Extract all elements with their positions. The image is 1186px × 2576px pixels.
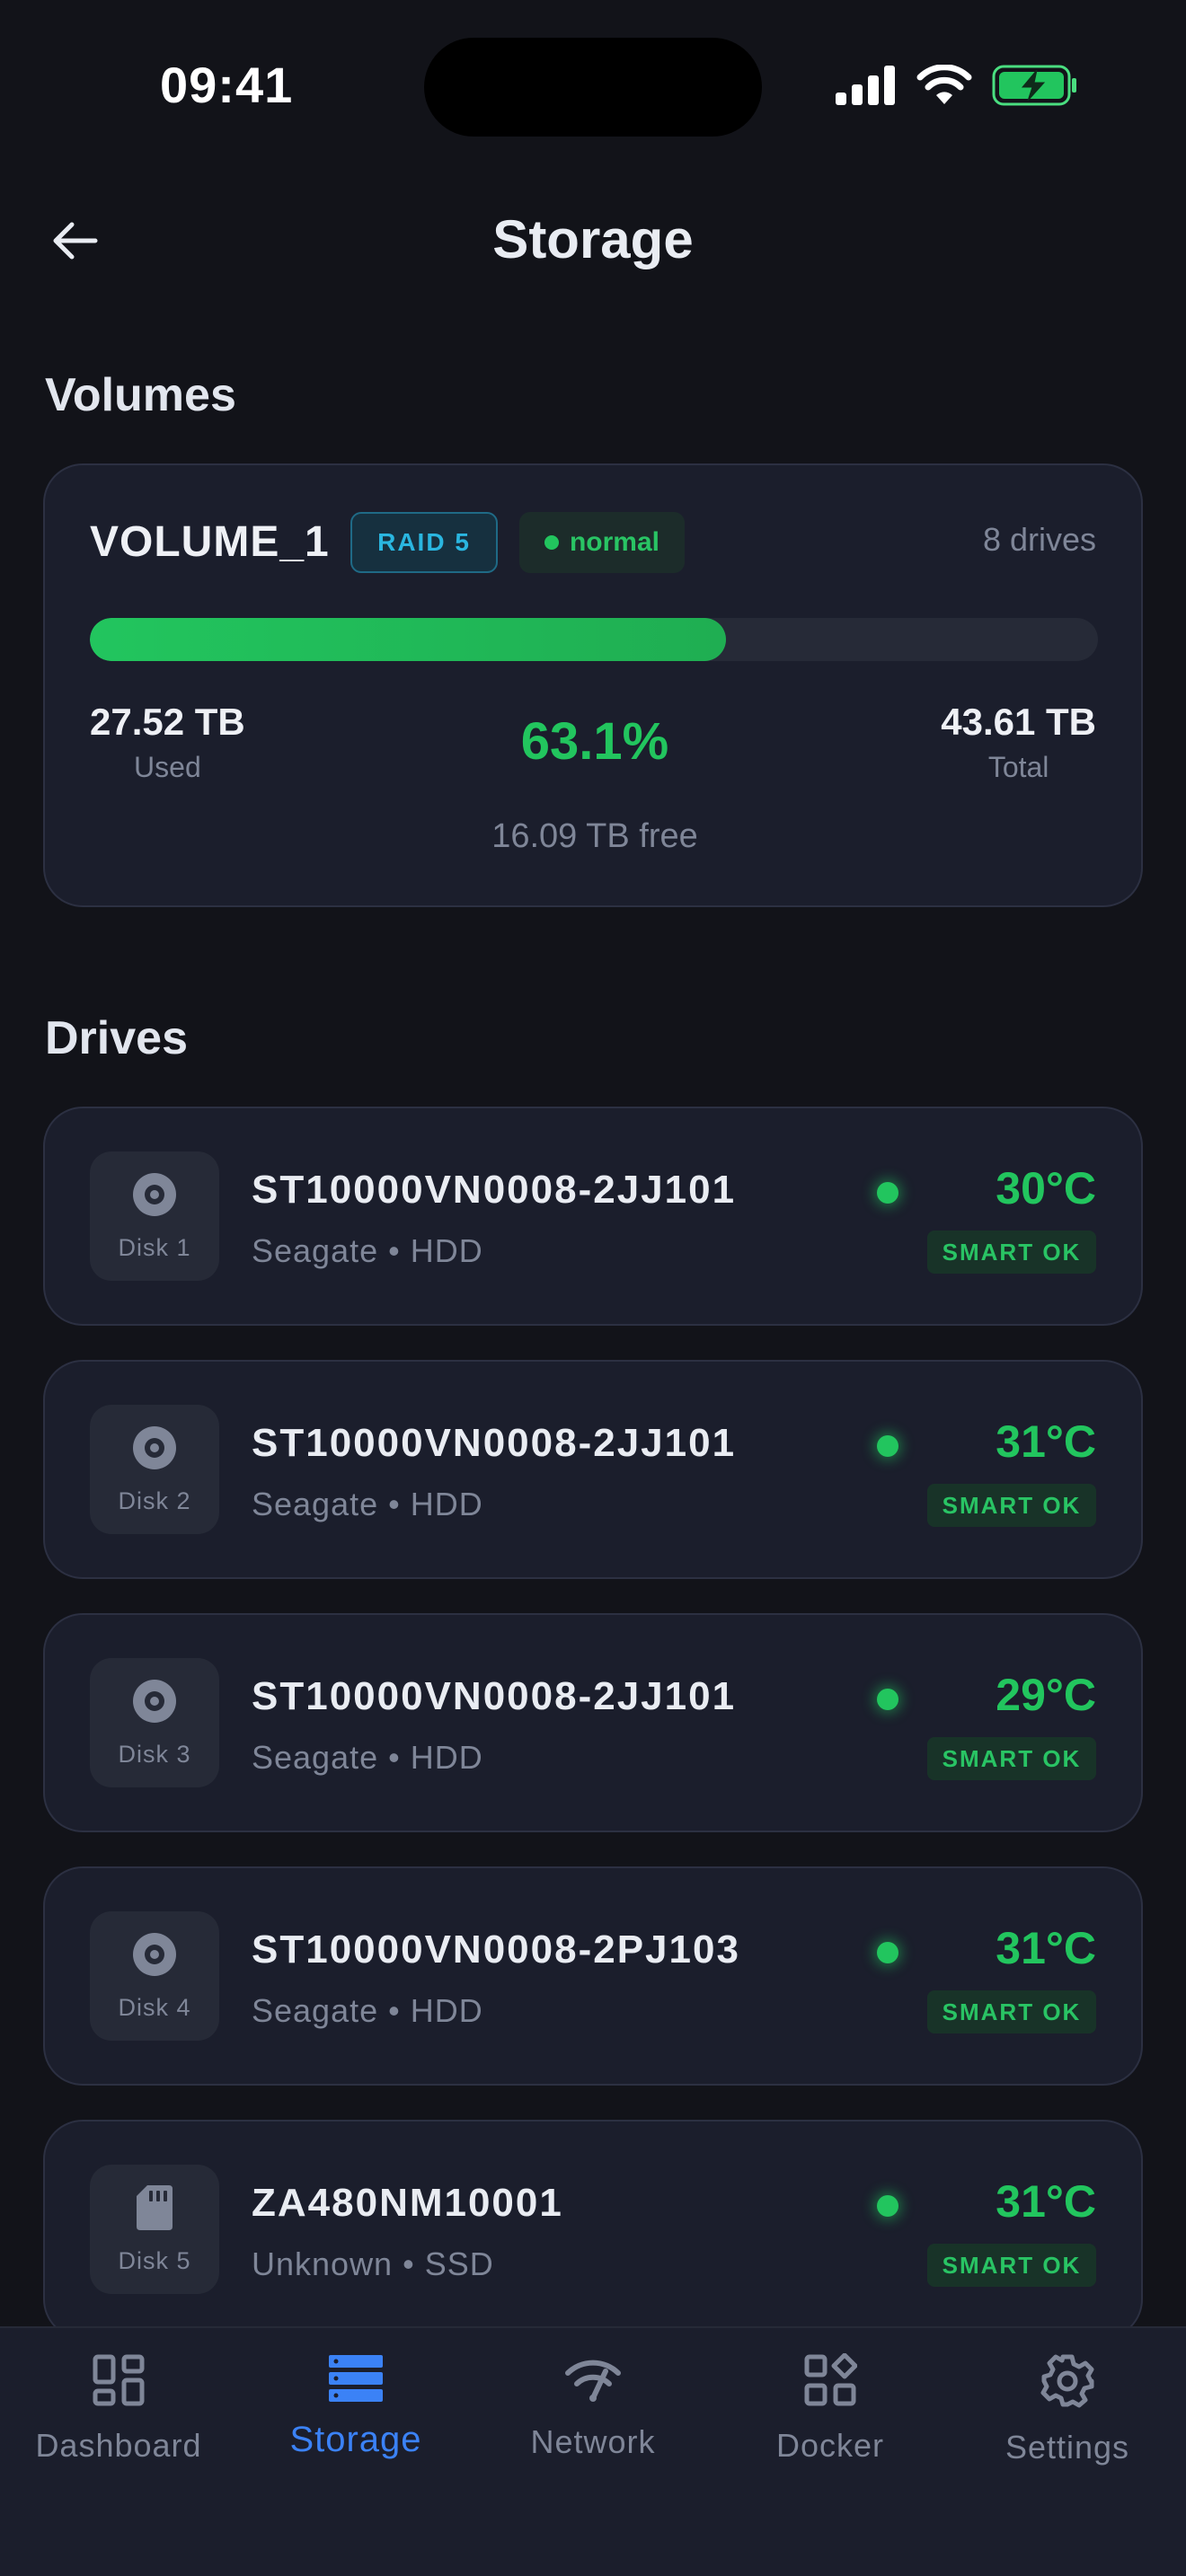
storage-icon	[329, 2355, 383, 2402]
disk-label: Disk 2	[118, 1487, 191, 1514]
drive-temperature: 31°C	[996, 2176, 1096, 2227]
dynamic-island	[424, 38, 762, 137]
disk-tile: Disk 1	[90, 1151, 219, 1281]
volume-usage-bar	[90, 618, 1098, 661]
hdd-icon	[130, 1930, 179, 1983]
smart-status-badge: SMART OK	[927, 2244, 1096, 2287]
disk-tile: Disk 2	[90, 1405, 219, 1534]
tab-docker[interactable]: Docker	[712, 2328, 949, 2576]
drive-temperature: 31°C	[996, 1416, 1096, 1467]
drive-status-dot	[877, 1182, 898, 1204]
volumes-section-title: Volumes	[45, 369, 236, 421]
drive-vendor-type: Seagate • HDD	[252, 1739, 483, 1776]
disk-tile: Disk 3	[90, 1658, 219, 1787]
disk-label: Disk 3	[118, 1741, 191, 1768]
free-space: 16.09 TB free	[491, 817, 698, 855]
drive-model: ST10000VN0008-2JJ101	[252, 1421, 737, 1465]
hdd-icon	[130, 1170, 179, 1223]
total-value: 43.61 TB	[941, 701, 1096, 743]
cellular-signal-icon	[836, 66, 895, 105]
drive-card[interactable]: Disk 3 ST10000VN0008-2JJ101 Seagate • HD…	[43, 1613, 1143, 1832]
docker-icon	[804, 2353, 857, 2406]
tab-settings[interactable]: Settings	[949, 2328, 1186, 2576]
drive-vendor-type: Seagate • HDD	[252, 1992, 483, 2029]
drive-model: ST10000VN0008-2PJ103	[252, 1928, 740, 1972]
drive-vendor-type: Seagate • HDD	[252, 1486, 483, 1522]
drive-card[interactable]: Disk 1 ST10000VN0008-2JJ101 Seagate • HD…	[43, 1107, 1143, 1326]
raid-badge: RAID 5	[350, 512, 498, 573]
tab-bar: Dashboard Storage Network Docker Setting…	[0, 2326, 1186, 2576]
drive-temperature: 29°C	[996, 1670, 1096, 1720]
disk-tile: Disk 4	[90, 1911, 219, 2041]
hdd-icon	[130, 1424, 179, 1477]
drives-section-title: Drives	[45, 1012, 188, 1064]
status-dot-icon	[544, 535, 559, 550]
drive-temperature: 31°C	[996, 1923, 1096, 1973]
hdd-icon	[130, 1677, 179, 1730]
page-title: Storage	[492, 209, 694, 269]
tab-dashboard[interactable]: Dashboard	[0, 2328, 237, 2576]
drive-status-dot	[877, 1435, 898, 1457]
drive-vendor-type: Unknown • SSD	[252, 2245, 494, 2282]
volume-status-text: normal	[569, 527, 660, 557]
volume-name: VOLUME_1	[90, 518, 330, 566]
disk-label: Disk 4	[118, 1994, 191, 2021]
disk-label: Disk 1	[118, 1234, 191, 1261]
tab-label: Network	[530, 2423, 656, 2460]
drive-model: ST10000VN0008-2JJ101	[252, 1168, 737, 1212]
dashboard-icon	[93, 2354, 145, 2406]
smart-status-badge: SMART OK	[927, 1231, 1096, 1274]
total-stat: 43.61 TB Total	[941, 701, 1096, 784]
status-icons	[836, 65, 1078, 106]
wifi-icon	[916, 65, 972, 104]
status-bar: 09:41	[0, 0, 1186, 171]
volume-status-badge: normal	[519, 512, 685, 573]
drive-temperature: 30°C	[996, 1163, 1096, 1213]
status-time: 09:41	[160, 57, 294, 113]
tab-storage[interactable]: Storage	[237, 2328, 474, 2576]
tab-label: Docker	[775, 2427, 885, 2464]
smart-status-badge: SMART OK	[927, 1484, 1096, 1527]
drive-status-dot	[877, 2195, 898, 2217]
total-label: Total	[987, 751, 1049, 783]
gear-icon	[1040, 2354, 1094, 2408]
tab-label: Storage	[289, 2420, 422, 2459]
network-icon	[565, 2360, 621, 2402]
disk-label: Disk 5	[118, 2247, 191, 2274]
volume-card[interactable]: VOLUME_1 RAID 5 normal 8 drives 27.52 TB…	[43, 463, 1143, 907]
tab-label: Dashboard	[35, 2427, 202, 2464]
disk-tile: Disk 5	[90, 2165, 219, 2294]
ssd-icon	[135, 2183, 174, 2236]
battery-charging-icon	[992, 65, 1076, 106]
drive-status-dot	[877, 1689, 898, 1710]
smart-status-badge: SMART OK	[927, 1990, 1096, 2033]
drive-model: ST10000VN0008-2JJ101	[252, 1674, 737, 1718]
drive-card[interactable]: Disk 2 ST10000VN0008-2JJ101 Seagate • HD…	[43, 1360, 1143, 1579]
drive-card[interactable]: Disk 5 ZA480NM10001 Unknown • SSD 31°C S…	[43, 2120, 1143, 2339]
volume-usage-fill	[90, 618, 726, 661]
drive-card[interactable]: Disk 4 ST10000VN0008-2PJ103 Seagate • HD…	[43, 1866, 1143, 2086]
volume-drive-count: 8 drives	[982, 521, 1096, 558]
tab-network[interactable]: Network	[474, 2328, 712, 2576]
drive-vendor-type: Seagate • HDD	[252, 1232, 483, 1269]
smart-status-badge: SMART OK	[927, 1737, 1096, 1780]
drive-status-dot	[877, 1942, 898, 1963]
drive-model: ZA480NM10001	[252, 2181, 563, 2225]
tab-label: Settings	[1005, 2429, 1130, 2466]
